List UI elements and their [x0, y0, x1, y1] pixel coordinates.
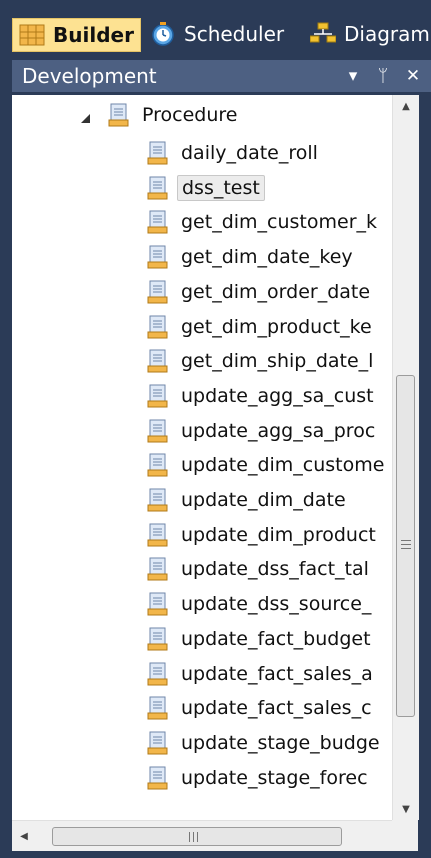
procedure-icon: [147, 245, 169, 269]
tab-builder[interactable]: Builder: [12, 18, 141, 52]
window-frame: Builder Scheduler Diagram Development ▾ …: [0, 0, 431, 858]
vertical-scrollbar[interactable]: ▲ ▼: [392, 95, 419, 820]
procedure-icon: [147, 557, 169, 581]
tree-item[interactable]: update_dss_fact_tal: [147, 554, 373, 584]
tab-diagram-label: Diagram: [344, 22, 430, 46]
tree-item-label: update_dim_custome: [181, 454, 385, 477]
procedure-folder-icon: [108, 103, 130, 127]
grip-icon: [401, 540, 411, 552]
tree-group-label: Procedure: [142, 104, 238, 126]
tree-item[interactable]: update_fact_sales_a: [147, 659, 377, 689]
scrollbar-corner: [392, 820, 418, 850]
tree-item-label: update_fact_sales_c: [181, 697, 372, 720]
tree-item[interactable]: update_agg_sa_cust: [147, 381, 378, 411]
procedure-icon: [147, 523, 169, 547]
builder-grid-icon: [19, 23, 45, 47]
procedure-icon: [147, 731, 169, 755]
tab-scheduler-label: Scheduler: [184, 22, 285, 46]
procedure-icon: [147, 696, 169, 720]
procedure-icon: [147, 766, 169, 790]
tree-item-label: get_dim_ship_date_l: [181, 350, 374, 373]
procedure-icon: [147, 419, 169, 443]
tree-item-label: update_dim_product: [181, 523, 376, 546]
tree-item-label: update_stage_budge: [181, 731, 380, 754]
scroll-left-icon[interactable]: ◀: [12, 821, 36, 851]
panel-header: Development ▾ ᛘ ✕: [12, 60, 431, 92]
tree-item-label: dss_test: [177, 174, 265, 201]
tree-item[interactable]: update_stage_forec: [147, 763, 372, 793]
tree-item[interactable]: get_dim_ship_date_l: [147, 346, 377, 376]
vertical-scroll-thumb[interactable]: [396, 375, 415, 717]
tree-item-label: daily_date_roll: [181, 142, 318, 164]
procedure-icon: [147, 592, 169, 616]
tree-item[interactable]: get_dim_date_key: [147, 242, 357, 272]
tree-group-procedure[interactable]: Procedure: [78, 100, 241, 130]
tree-item[interactable]: update_dim_date: [147, 485, 350, 515]
tree-item-label: update_dss_fact_tal: [181, 558, 369, 581]
procedure-icon: [147, 280, 169, 304]
procedure-icon: [147, 384, 169, 408]
tree-item[interactable]: update_stage_budge: [147, 728, 384, 758]
tree-item-label: get_dim_customer_k: [181, 211, 378, 234]
tree-item[interactable]: get_dim_order_date: [147, 277, 374, 307]
tree-item-label: update_dim_date: [181, 489, 346, 511]
tree-item[interactable]: update_dim_product: [147, 520, 380, 550]
panel-title: Development: [22, 64, 157, 88]
procedure-icon: [147, 315, 169, 339]
procedure-icon: [147, 453, 169, 477]
procedure-icon: [147, 210, 169, 234]
tree-item-label: update_agg_sa_cust: [181, 384, 374, 407]
tree-item[interactable]: update_dss_source_: [147, 589, 375, 619]
tree-item[interactable]: daily_date_roll: [147, 138, 322, 168]
scroll-down-icon[interactable]: ▼: [393, 798, 419, 820]
tree-item[interactable]: update_fact_budget: [147, 624, 375, 654]
clock-icon: [150, 22, 176, 46]
diagram-icon: [309, 22, 337, 46]
tab-diagram[interactable]: Diagram: [304, 18, 431, 50]
tree-item-label: update_fact_budget: [181, 627, 371, 650]
procedure-icon: [147, 662, 169, 686]
horizontal-scroll-thumb[interactable]: [52, 827, 342, 846]
tree-item-label: update_agg_sa_proc: [181, 419, 376, 442]
tree-item[interactable]: update_fact_sales_c: [147, 693, 376, 723]
tab-builder-label: Builder: [53, 23, 134, 47]
tree-item[interactable]: get_dim_product_ke: [147, 312, 376, 342]
close-icon[interactable]: ✕: [401, 64, 425, 88]
tree-view[interactable]: Procedure daily_date_roll dss_test get_dim…: [12, 95, 418, 820]
tree-item[interactable]: dss_test: [147, 173, 265, 203]
horizontal-scrollbar[interactable]: ◀ ▶: [12, 820, 418, 851]
tree-item[interactable]: update_agg_sa_proc: [147, 416, 379, 446]
procedure-icon: [147, 141, 169, 165]
tree-item[interactable]: get_dim_customer_k: [147, 207, 381, 237]
pin-icon[interactable]: ᛘ: [371, 64, 395, 88]
procedure-icon: [147, 176, 169, 200]
tree-item-label: get_dim_date_key: [181, 246, 353, 269]
tree-item-label: get_dim_product_ke: [181, 315, 372, 338]
dropdown-icon[interactable]: ▾: [341, 64, 365, 88]
procedure-icon: [147, 627, 169, 651]
tree-item-label: update_fact_sales_a: [181, 662, 373, 685]
procedure-icon: [147, 349, 169, 373]
tree-item-label: get_dim_order_date: [181, 280, 371, 303]
procedure-icon: [147, 488, 169, 512]
grip-icon: [189, 832, 203, 842]
expand-triangle-icon[interactable]: [78, 108, 92, 123]
tree-item[interactable]: update_dim_custome: [147, 450, 388, 480]
tab-strip: Builder Scheduler Diagram: [12, 15, 431, 53]
tree-item-label: update_stage_forec: [181, 766, 368, 789]
tab-scheduler[interactable]: Scheduler: [144, 18, 290, 50]
scroll-up-icon[interactable]: ▲: [393, 95, 419, 117]
tree-item-label: update_dss_source_: [181, 593, 372, 616]
